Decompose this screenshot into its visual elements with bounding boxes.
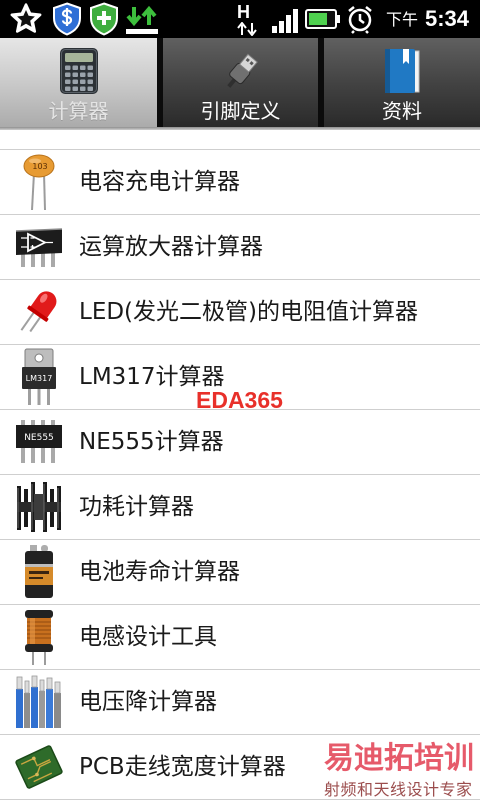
data-activity-icon xyxy=(237,22,257,36)
download-upload-icon xyxy=(124,4,160,36)
tab-label: 计算器 xyxy=(48,99,109,123)
usb-plug-icon xyxy=(218,50,264,94)
list-item[interactable]: 运算放大器计算器 xyxy=(0,215,480,280)
lm317-regulator-icon: LM317 xyxy=(12,346,66,408)
ne555-chip-icon: NE555 xyxy=(12,411,66,473)
list-item[interactable]: 电感设计工具 xyxy=(0,605,480,670)
shield-dollar-icon xyxy=(52,2,82,36)
tab-label: 资料 xyxy=(382,99,422,123)
list-item-label: 电容充电计算器 xyxy=(79,169,240,195)
capacitor-marking: 103 xyxy=(32,162,47,171)
pcb-icon xyxy=(12,736,66,798)
star-app-icon xyxy=(10,3,42,35)
list-item[interactable]: 电压降计算器 xyxy=(0,670,480,735)
list-item[interactable]: 电池寿命计算器 xyxy=(0,540,480,605)
time-ampm: 下午 xyxy=(386,10,419,29)
tab-bar: 计算器 引脚定义 资料 xyxy=(0,38,480,130)
tab-calculator[interactable]: 计算器 xyxy=(0,38,157,127)
shield-plus-icon xyxy=(89,2,119,36)
led-icon xyxy=(12,281,66,343)
list-item-label: 功耗计算器 xyxy=(79,494,194,520)
clock-time: 5:34 xyxy=(425,6,470,31)
list-item[interactable]: NE555 NE555计算器 xyxy=(0,410,480,475)
calculator-list[interactable]: 103 电容充电计算器 运算放大器计算器 LED(发光二极管)的电阻值计算器 L… xyxy=(0,130,480,800)
wires-icon xyxy=(12,671,66,733)
tab-label: 引脚定义 xyxy=(200,99,281,123)
list-item[interactable]: LM317 LM317计算器 xyxy=(0,345,480,410)
battery-9v-icon xyxy=(12,541,66,603)
alarm-clock-icon xyxy=(346,4,374,34)
op-amp-chip-icon xyxy=(12,216,66,278)
calculator-icon xyxy=(58,47,100,95)
tab-resources[interactable]: 资料 xyxy=(324,38,480,127)
network-type-label: H xyxy=(237,2,250,22)
list-item[interactable]: LED(发光二极管)的电阻值计算器 xyxy=(0,280,480,345)
signal-bars-icon xyxy=(271,9,299,33)
list-item[interactable]: PCB走线宽度计算器 xyxy=(0,735,480,800)
status-bar[interactable]: H 下午 5:34 xyxy=(0,0,480,38)
list-item[interactable]: 功耗计算器 xyxy=(0,475,480,540)
inductor-icon xyxy=(12,606,66,668)
ne555-marking: NE555 xyxy=(24,433,54,443)
book-icon xyxy=(381,47,423,95)
list-item-label: 电池寿命计算器 xyxy=(79,559,240,585)
heatsink-icon xyxy=(12,476,66,538)
capacitor-icon: 103 xyxy=(12,151,66,213)
list-item-label: LM317计算器 xyxy=(79,364,225,390)
list-item-label: NE555计算器 xyxy=(79,429,224,455)
list-item-label: 电感设计工具 xyxy=(79,624,217,650)
list-item[interactable]: 103 电容充电计算器 xyxy=(0,150,480,215)
list-item-partial[interactable] xyxy=(0,130,480,150)
lm317-marking: LM317 xyxy=(26,374,53,383)
battery-icon xyxy=(305,8,341,30)
tab-pin-definitions[interactable]: 引脚定义 xyxy=(163,38,318,127)
list-item-label: LED(发光二极管)的电阻值计算器 xyxy=(79,299,419,325)
list-item-label: 运算放大器计算器 xyxy=(79,234,263,260)
list-item-label: PCB走线宽度计算器 xyxy=(79,754,286,780)
list-item-label: 电压降计算器 xyxy=(79,689,217,715)
